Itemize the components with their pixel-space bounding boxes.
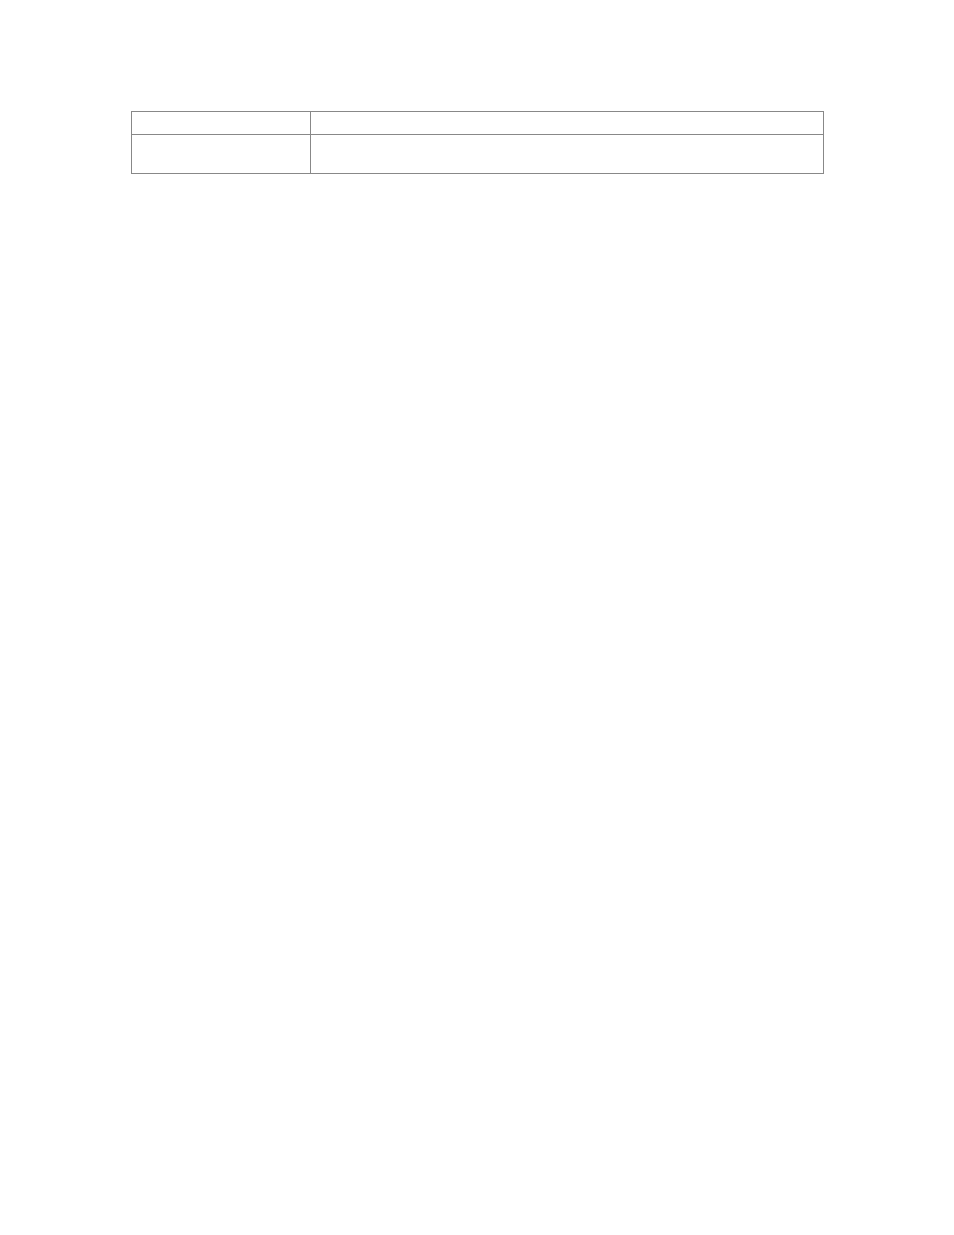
- table-row: [132, 135, 824, 174]
- document-page: [0, 0, 954, 1235]
- table-cell: [132, 135, 311, 174]
- table-row: [132, 112, 824, 135]
- table-cell: [310, 112, 823, 135]
- table-cell: [132, 112, 311, 135]
- two-column-table: [131, 111, 824, 174]
- table-cell: [310, 135, 823, 174]
